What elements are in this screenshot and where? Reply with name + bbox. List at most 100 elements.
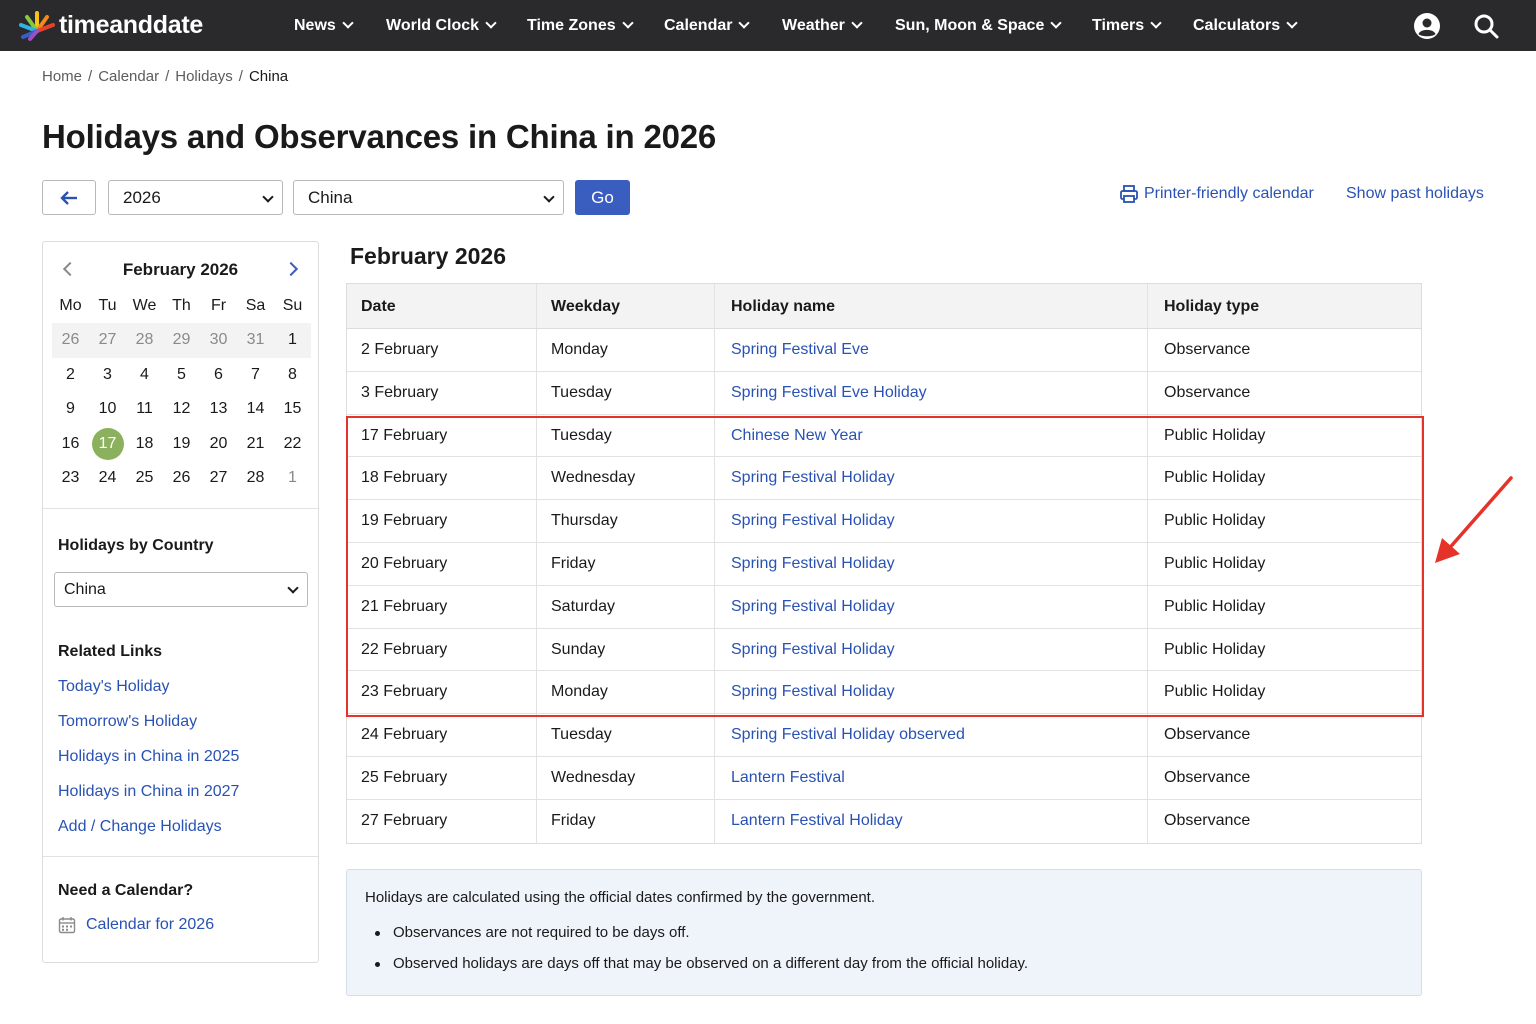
calendar-day[interactable]: 16 [52, 427, 89, 461]
account-icon[interactable] [1413, 12, 1441, 40]
year-select[interactable]: 2026 [108, 180, 283, 215]
cell-date: 25 February [347, 756, 537, 799]
calendar-day[interactable]: 8 [274, 358, 311, 392]
calendar-day[interactable]: 5 [163, 358, 200, 392]
cell-holiday-type: Public Holiday [1164, 554, 1266, 572]
cell-weekday: Monday [537, 671, 715, 714]
nav-time-zones[interactable]: Time Zones [527, 0, 634, 51]
table-header-row: Date Weekday Holiday name Holiday type [347, 284, 1421, 329]
cell-holiday-type: Public Holiday [1164, 426, 1266, 444]
calendar-day[interactable]: 27 [89, 323, 126, 357]
calendar-day[interactable]: 26 [52, 323, 89, 357]
holiday-name-link[interactable]: Spring Festival Eve [715, 329, 1148, 371]
printer-friendly-link[interactable]: Printer-friendly calendar [1144, 185, 1314, 203]
calendar-day[interactable]: 10 [89, 392, 126, 426]
related-link-tomorrows-holiday[interactable]: Tomorrow's Holiday [58, 713, 197, 731]
nav-label: Time Zones [527, 17, 616, 34]
top-navigation-bar: timeanddate News World Clock Time Zones … [0, 0, 1536, 51]
calendar-day[interactable]: 18 [126, 427, 163, 461]
country-select[interactable]: China [293, 180, 564, 215]
calendar-day[interactable]: 12 [163, 392, 200, 426]
calendar-day[interactable]: 6 [200, 358, 237, 392]
calendar-day[interactable]: 30 [200, 323, 237, 357]
nav-news[interactable]: News [294, 0, 354, 51]
search-icon[interactable] [1472, 12, 1500, 40]
calendar-2026-link[interactable]: Calendar for 2026 [86, 916, 214, 934]
go-button[interactable]: Go [575, 180, 630, 215]
calendar-day[interactable]: 7 [237, 358, 274, 392]
cell-date: 17 February [347, 414, 537, 457]
calendar-day[interactable]: 9 [52, 392, 89, 426]
calendar-day[interactable]: 13 [200, 392, 237, 426]
cell-weekday: Saturday [537, 585, 715, 628]
holiday-name-link[interactable]: Spring Festival Holiday [715, 628, 1148, 671]
holiday-name-link[interactable]: Lantern Festival [715, 756, 1148, 799]
nav-world-clock[interactable]: World Clock [386, 0, 497, 51]
nav-timers[interactable]: Timers [1092, 0, 1162, 51]
nav-calendar[interactable]: Calendar [664, 0, 751, 51]
calendar-day[interactable]: 15 [274, 392, 311, 426]
table-row: 20 February Friday Spring Festival Holid… [347, 542, 1421, 586]
calendar-day[interactable]: 22 [274, 427, 311, 461]
related-link-add-change-holidays[interactable]: Add / Change Holidays [58, 818, 222, 836]
table-row: 23 February Monday Spring Festival Holid… [347, 671, 1421, 715]
calendar-day[interactable]: 21 [237, 427, 274, 461]
calendar-day[interactable]: 11 [126, 392, 163, 426]
related-link-holidays-2025[interactable]: Holidays in China in 2025 [58, 748, 239, 766]
calendar-day[interactable]: 28 [126, 323, 163, 357]
calendar-day[interactable]: 31 [237, 323, 274, 357]
calendar-day[interactable]: 24 [89, 461, 126, 495]
calendar-day[interactable]: 25 [126, 461, 163, 495]
breadcrumb-home[interactable]: Home [42, 68, 82, 85]
sidebar-country-select[interactable]: China [54, 572, 308, 607]
breadcrumb-calendar[interactable]: Calendar [98, 68, 159, 85]
cell-holiday-type: Public Holiday [1164, 640, 1266, 658]
nav-label: News [294, 17, 336, 34]
calendar-day[interactable]: 26 [163, 461, 200, 495]
cell-weekday: Tuesday [537, 371, 715, 414]
holiday-name-link[interactable]: Spring Festival Holiday [715, 671, 1148, 714]
year-select-value: 2026 [123, 188, 161, 207]
related-link-holidays-2027[interactable]: Holidays in China in 2027 [58, 783, 239, 801]
calendar-week-row: 16 17 18 19 20 21 22 [52, 427, 311, 462]
holiday-name-link[interactable]: Spring Festival Eve Holiday [715, 371, 1148, 414]
calendar-day[interactable]: 1 [274, 323, 311, 357]
nav-weather[interactable]: Weather [782, 0, 863, 51]
calendar-day[interactable]: 27 [200, 461, 237, 495]
site-logo[interactable]: timeanddate [17, 9, 232, 41]
previous-year-button[interactable] [42, 180, 96, 215]
holiday-name-link[interactable]: Spring Festival Holiday [715, 457, 1148, 500]
chevron-down-icon [543, 191, 555, 203]
calendar-day[interactable]: 14 [237, 392, 274, 426]
holiday-name-link[interactable]: Lantern Festival Holiday [715, 799, 1148, 843]
cell-holiday-type: Public Holiday [1164, 469, 1266, 487]
holiday-name-link[interactable]: Chinese New Year [715, 414, 1148, 457]
calendar-day[interactable]: 20 [200, 427, 237, 461]
calendar-icon [58, 917, 76, 934]
holiday-name-link[interactable]: Spring Festival Holiday [715, 500, 1148, 542]
calendar-day[interactable]: 23 [52, 461, 89, 495]
breadcrumb-holidays[interactable]: Holidays [175, 68, 233, 85]
calendar-day[interactable]: 2 [52, 358, 89, 392]
calendar-day[interactable]: 19 [163, 427, 200, 461]
holiday-name-link[interactable]: Spring Festival Holiday [715, 585, 1148, 628]
holiday-name-link[interactable]: Spring Festival Holiday [715, 542, 1148, 585]
calendar-day-today[interactable]: 17 [89, 427, 126, 461]
chevron-down-icon [485, 17, 497, 29]
printer-icon[interactable] [1119, 184, 1139, 204]
related-link-todays-holiday[interactable]: Today's Holiday [58, 678, 170, 696]
cell-date: 24 February [347, 714, 537, 756]
chevron-down-icon [1150, 17, 1162, 29]
calendar-day[interactable]: 1 [274, 461, 311, 495]
holiday-name-link[interactable]: Spring Festival Holiday observed [715, 714, 1148, 756]
calendar-day[interactable]: 4 [126, 358, 163, 392]
nav-calculators[interactable]: Calculators [1193, 0, 1298, 51]
cell-holiday-type: Public Holiday [1164, 512, 1266, 530]
weekday-label: Tu [98, 297, 117, 314]
table-row: 3 February Tuesday Spring Festival Eve H… [347, 371, 1421, 415]
calendar-day[interactable]: 28 [237, 461, 274, 495]
show-past-holidays-link[interactable]: Show past holidays [1346, 185, 1484, 203]
nav-sun-moon-space[interactable]: Sun, Moon & Space [895, 0, 1063, 51]
calendar-day[interactable]: 3 [89, 358, 126, 392]
calendar-day[interactable]: 29 [163, 323, 200, 357]
